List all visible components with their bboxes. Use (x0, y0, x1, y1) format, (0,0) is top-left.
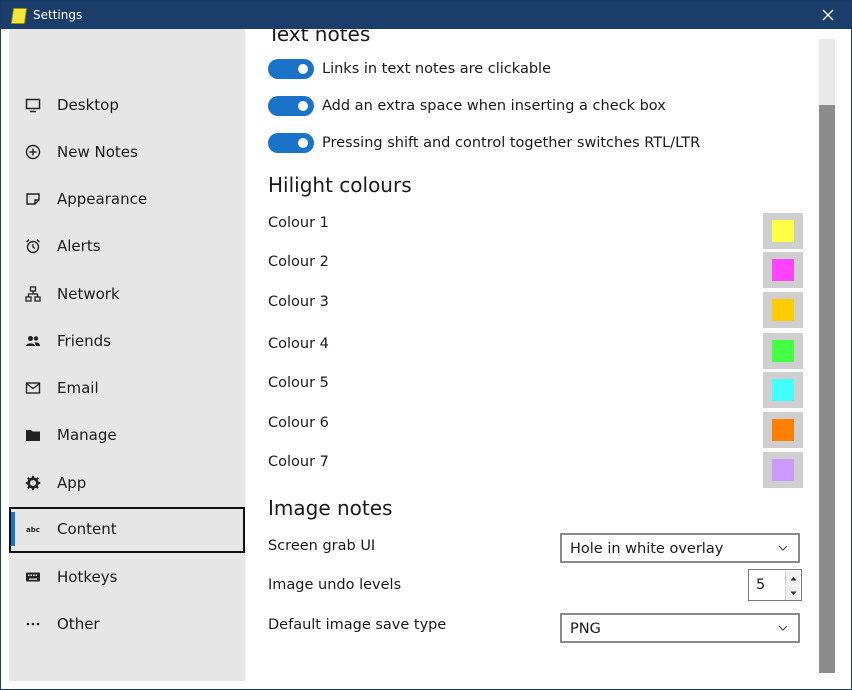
keyboard-icon (24, 568, 42, 586)
undo-levels-label: Image undo levels (268, 577, 402, 593)
plus-circle-icon (24, 143, 42, 161)
decrement-button[interactable] (785, 586, 800, 600)
sidebar-item-new-notes[interactable]: New Notes (9, 130, 245, 174)
monitor-icon (24, 96, 42, 114)
folder-icon (24, 426, 42, 444)
network-icon (24, 285, 42, 303)
selection-indicator (11, 512, 15, 546)
colour-2-label: Colour 2 (268, 254, 329, 270)
sticky-note-app-icon (10, 8, 28, 24)
toggle-row-clickable-links: Links in text notes are clickable (268, 58, 828, 82)
colour-swatch (772, 299, 794, 321)
colour-swatch (772, 340, 794, 362)
sidebar-item-email[interactable]: Email (9, 366, 245, 410)
colour-7-button[interactable] (763, 452, 803, 488)
sidebar: Desktop New Notes Appearance Alerts Netw… (9, 29, 245, 681)
image-notes-heading: Image notes (268, 496, 393, 520)
colour-5-button[interactable] (763, 372, 803, 408)
note-icon (24, 190, 42, 208)
sidebar-item-hotkeys[interactable]: Hotkeys (9, 555, 245, 599)
sidebar-item-manage[interactable]: Manage (9, 413, 245, 457)
increment-button[interactable] (785, 571, 800, 585)
sidebar-item-content[interactable]: abc Content (9, 507, 245, 553)
content-panel: Text notes Links in text notes are click… (245, 29, 851, 681)
toggle-rtl-ltr[interactable] (268, 133, 314, 153)
colour-5-label: Colour 5 (268, 375, 329, 391)
text-notes-heading: Text notes (268, 29, 371, 46)
colour-swatch (772, 259, 794, 281)
toggle-knob (298, 101, 308, 111)
gear-icon (24, 474, 42, 492)
colour-3-label: Colour 3 (268, 294, 329, 310)
close-icon (822, 9, 834, 21)
title-bar: Settings (1, 1, 851, 29)
colour-6-button[interactable] (763, 412, 803, 448)
window-title: Settings (33, 8, 83, 22)
envelope-icon (24, 379, 42, 397)
screen-grab-label: Screen grab UI (268, 538, 376, 554)
hilight-colours-heading: Hilight colours (268, 173, 412, 197)
toggle-knob (298, 64, 308, 74)
toggle-clickable-links[interactable] (268, 59, 314, 79)
colour-6-label: Colour 6 (268, 415, 329, 431)
sidebar-item-friends[interactable]: Friends (9, 319, 245, 363)
toggle-knob (298, 138, 308, 148)
sidebar-item-alerts[interactable]: Alerts (9, 224, 245, 268)
svg-text:abc: abc (26, 526, 40, 534)
screen-grab-select[interactable]: Hole in white overlay (560, 533, 800, 563)
chevron-down-icon (778, 545, 788, 551)
scrollbar-thumb[interactable] (819, 105, 835, 673)
sidebar-item-desktop[interactable]: Desktop (9, 83, 245, 127)
sidebar-item-other[interactable]: Other (9, 602, 245, 646)
chevron-up-icon (790, 576, 796, 580)
scrollbar[interactable] (819, 39, 835, 673)
sidebar-item-network[interactable]: Network (9, 272, 245, 316)
toggle-row-rtl-ltr: Pressing shift and control together swit… (268, 132, 828, 156)
colour-7-label: Colour 7 (268, 454, 329, 470)
sidebar-item-app[interactable]: App (9, 461, 245, 505)
toggle-extra-space[interactable] (268, 96, 314, 116)
close-button[interactable] (805, 1, 851, 29)
colour-2-button[interactable] (763, 252, 803, 288)
chevron-down-icon (790, 591, 796, 595)
undo-levels-stepper[interactable]: 5 (748, 569, 802, 601)
settings-window: Settings Desktop New Notes Appearance Al… (0, 0, 852, 690)
people-icon (24, 332, 42, 350)
colour-swatch (772, 419, 794, 441)
abc-icon: abc (24, 520, 42, 538)
sidebar-item-appearance[interactable]: Appearance (9, 177, 245, 221)
toggle-row-extra-space: Add an extra space when inserting a chec… (268, 95, 828, 119)
colour-swatch (772, 220, 794, 242)
chevron-down-icon (778, 625, 788, 631)
save-type-label: Default image save type (268, 617, 447, 633)
colour-1-label: Colour 1 (268, 215, 329, 231)
colour-3-button[interactable] (763, 292, 803, 328)
alarm-clock-icon (24, 237, 42, 255)
ellipsis-icon (24, 615, 42, 633)
colour-swatch (772, 459, 794, 481)
save-type-select[interactable]: PNG (560, 613, 800, 643)
colour-1-button[interactable] (763, 213, 803, 249)
colour-swatch (772, 379, 794, 401)
colour-4-button[interactable] (763, 333, 803, 369)
colour-4-label: Colour 4 (268, 336, 329, 352)
